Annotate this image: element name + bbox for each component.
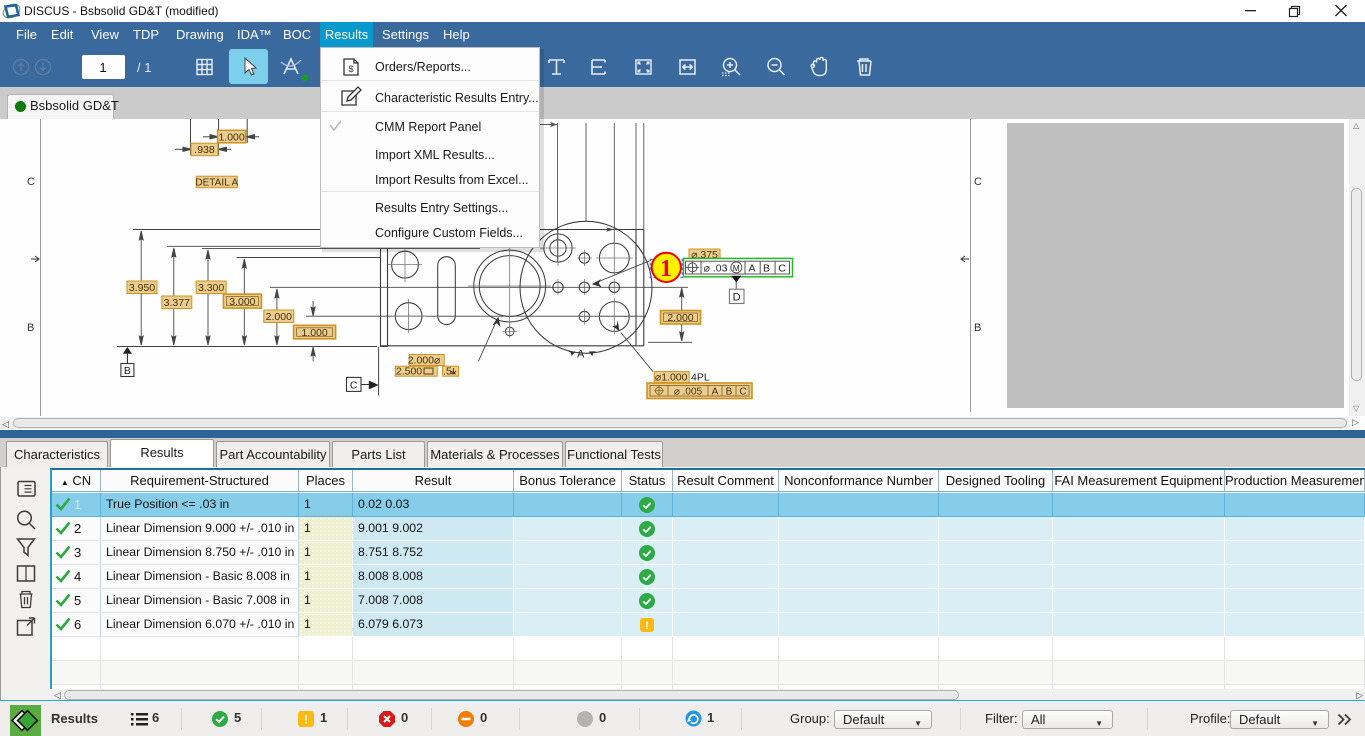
svg-text:B: B: [124, 365, 131, 377]
svg-text:Results Entry Settings...: Results Entry Settings...: [375, 201, 508, 215]
svg-text:⌀ .005: ⌀ .005: [674, 387, 703, 398]
svg-text:C: C: [974, 176, 982, 188]
svg-text:1: 1: [660, 256, 672, 282]
svg-text:B: B: [27, 322, 34, 334]
svg-text:2.000: 2.000: [266, 311, 292, 323]
svg-text:!: !: [645, 620, 649, 632]
svg-text:1: 1: [99, 60, 106, 75]
svg-text:2.000: 2.000: [667, 312, 693, 324]
svg-text:!: !: [304, 713, 308, 727]
svg-text:2.500: 2.500: [396, 366, 422, 378]
svg-text:C: C: [350, 379, 358, 391]
svg-text:1.000: 1.000: [218, 131, 244, 143]
svg-text:.938: .938: [194, 144, 215, 156]
svg-text:C: C: [27, 176, 35, 188]
svg-text:D: D: [733, 292, 741, 304]
svg-text:Characteristic Results Entry..: Characteristic Results Entry...: [375, 91, 539, 105]
svg-text:/ 1: / 1: [137, 60, 151, 75]
svg-text:C: C: [778, 262, 786, 274]
svg-text:3.377: 3.377: [164, 297, 190, 309]
svg-text:1.000: 1.000: [301, 327, 327, 339]
svg-text:B: B: [974, 322, 981, 334]
svg-text:C: C: [739, 387, 746, 398]
svg-text:A: A: [748, 262, 755, 274]
svg-text:.5: .5: [443, 366, 452, 378]
svg-text:A: A: [577, 349, 585, 361]
svg-text:A: A: [712, 387, 719, 398]
svg-text:⌀ .03: ⌀ .03: [704, 262, 728, 274]
svg-text:B: B: [726, 387, 733, 398]
svg-text:Import XML Results...: Import XML Results...: [375, 148, 495, 162]
svg-text:4PL: 4PL: [691, 372, 710, 384]
svg-text:3.000: 3.000: [229, 296, 255, 308]
svg-text:M: M: [733, 263, 740, 273]
svg-text:Configure Custom Fields...: Configure Custom Fields...: [375, 226, 523, 240]
svg-text:⌀1.000: ⌀1.000: [655, 372, 688, 384]
svg-text:$: $: [348, 64, 353, 74]
svg-text:Orders/Reports...: Orders/Reports...: [375, 60, 471, 74]
svg-text:2.000⌀: 2.000⌀: [408, 355, 441, 367]
svg-text:3.300: 3.300: [198, 282, 224, 294]
svg-text:Import Results from Excel...: Import Results from Excel...: [375, 173, 529, 187]
svg-text:CMM Report Panel: CMM Report Panel: [375, 120, 481, 134]
svg-text:DETAIL A: DETAIL A: [195, 177, 238, 188]
svg-text:3.950: 3.950: [129, 282, 155, 294]
svg-text:B: B: [763, 262, 770, 274]
